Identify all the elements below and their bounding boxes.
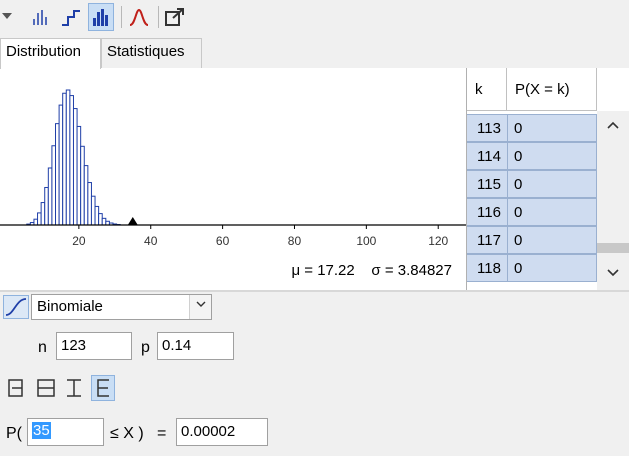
histogram-bar [69,95,74,226]
tab-bar: Distribution Statistiques [0,38,629,69]
histogram-bar [44,186,49,226]
histogram-bar [33,218,39,226]
distribution-chart: 20 40 60 80 100 120 [0,89,466,248]
cell-probability[interactable]: 0 [508,114,597,142]
distribution-select-value: Binomiale [37,298,103,315]
table-header: k P(X = k) [467,68,597,111]
interval-icon[interactable] [34,375,58,401]
toolbar [0,0,629,34]
lower-bound-field[interactable]: 35 [27,418,104,446]
toolbar-separator [158,6,159,28]
x-tick-label: 40 [144,234,158,248]
histogram-bar [80,145,85,226]
histogram-bar [62,92,67,226]
mu-text: μ = 17.22 [291,262,355,279]
histogram-bar [76,125,82,226]
cell-k[interactable]: 118 [467,254,508,282]
tab-statistics[interactable]: Statistiques [101,38,202,68]
summary-stats: μ = 17.22 σ = 3.84827 [291,262,452,279]
table-row[interactable]: 113 0 [467,114,597,142]
probability-table: k P(X = k) 113 0 114 0 115 0 116 0 117 0 118 0 [466,68,629,290]
cell-k[interactable]: 117 [467,226,508,254]
normal-overlay-icon[interactable] [126,3,152,31]
table-row[interactable]: 116 0 [467,198,597,226]
distribution-select[interactable]: Binomiale [31,294,212,320]
histogram-bar [37,212,42,226]
table-scrollbar[interactable] [597,111,629,290]
histogram-bar [83,165,89,226]
table-row[interactable]: 115 0 [467,170,597,198]
two-tailed-icon[interactable] [62,375,86,401]
right-sided-icon[interactable] [91,375,115,401]
histogram-bar [90,195,96,226]
bound-marker[interactable] [127,217,138,225]
cell-k[interactable]: 113 [467,114,508,142]
histogram-bar [101,217,107,226]
step-function-icon[interactable] [58,3,84,31]
tab-distribution[interactable]: Distribution [0,38,101,69]
distribution-plot: 20 40 60 80 100 120 μ = 17.22 σ = 3.84827 [0,68,466,290]
table-row[interactable]: 117 0 [467,226,597,254]
collapse-arrow-icon[interactable] [0,3,14,31]
p-field[interactable]: 0.14 [157,332,234,360]
bar-chart-icon[interactable] [28,3,54,31]
cell-k[interactable]: 115 [467,170,508,198]
n-field[interactable]: 123 [56,332,132,360]
probability-operator: ≤ X ) [110,425,144,442]
histogram-bar [47,167,53,226]
histogram-bar [55,123,60,226]
toolbar-separator [121,6,122,28]
x-tick-label: 120 [428,234,448,248]
sigma-text: σ = 3.84827 [371,262,452,279]
histogram-bar [40,202,46,226]
cell-probability[interactable]: 0 [508,170,597,198]
scroll-thumb[interactable] [597,243,629,253]
cell-probability[interactable]: 0 [508,142,597,170]
cell-k[interactable]: 116 [467,198,508,226]
scroll-down-icon[interactable] [605,265,621,279]
scroll-up-icon[interactable] [605,117,621,131]
histogram-icon[interactable] [88,3,114,31]
histogram-bar [72,108,78,226]
export-icon[interactable] [162,3,188,31]
result-field[interactable]: 0.00002 [176,418,268,446]
histogram-bar [87,182,92,226]
histogram-bar [51,145,57,226]
histogram-bar [94,205,100,226]
x-tick-label: 20 [72,234,86,248]
histogram-bar [58,104,64,226]
equals-sign: = [157,425,167,442]
lower-bound-value: 35 [32,422,51,439]
column-header-k: k [467,68,507,111]
histogram-bar [65,89,71,226]
x-tick-label: 100 [356,234,376,248]
cell-k[interactable]: 114 [467,142,508,170]
table-row[interactable]: 114 0 [467,142,597,170]
n-label: n [38,339,47,356]
table-row[interactable]: 118 0 [467,254,597,282]
cell-probability[interactable]: 0 [508,226,597,254]
histogram-bar [98,213,103,226]
cumulative-toggle-icon[interactable] [3,295,29,319]
left-sided-icon[interactable] [4,375,28,401]
cell-probability[interactable]: 0 [508,254,597,282]
column-header-probability: P(X = k) [507,68,597,111]
chevron-down-icon[interactable] [189,295,211,319]
x-tick-label: 60 [216,234,230,248]
panel-divider [0,290,629,292]
cell-probability[interactable]: 0 [508,198,597,226]
x-tick-label: 80 [288,234,302,248]
p-label: p [141,339,150,356]
probability-prefix: P( [6,425,22,442]
